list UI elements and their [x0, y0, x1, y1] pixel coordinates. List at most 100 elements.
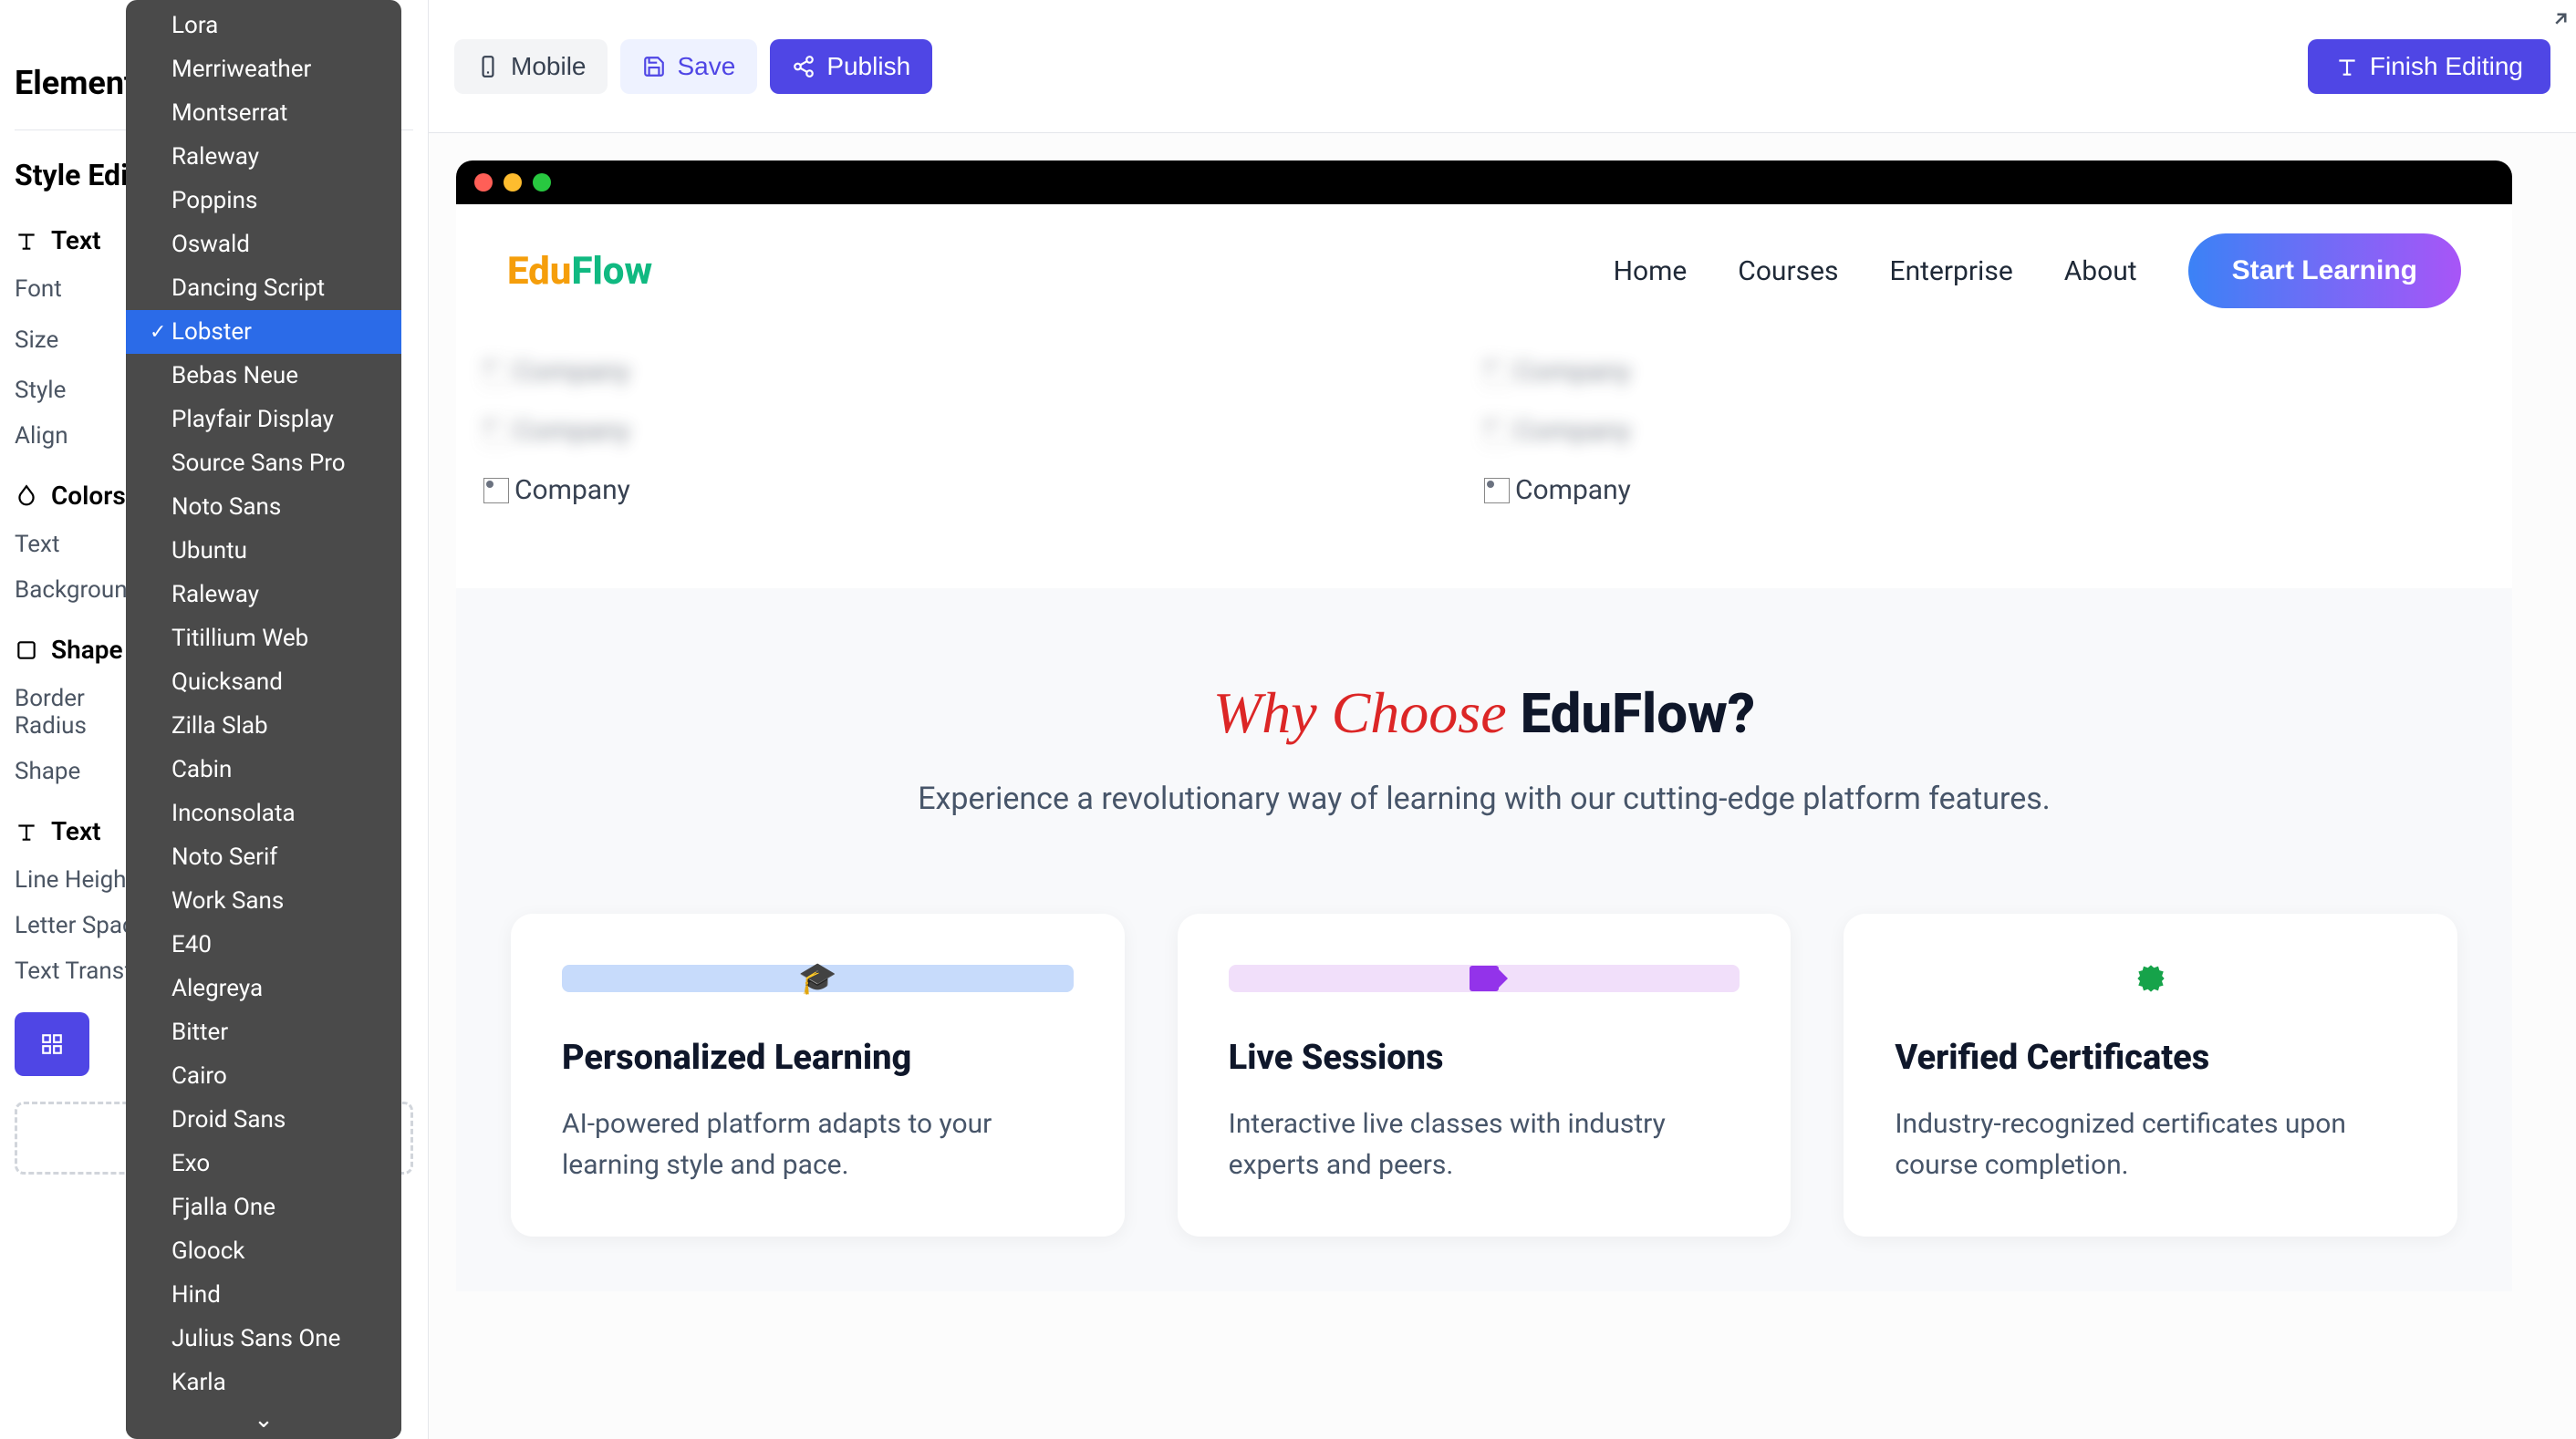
font-option-label: Bebas Neue	[171, 362, 378, 389]
site-logo[interactable]: EduFlow	[507, 249, 652, 294]
close-dot	[474, 173, 493, 192]
feature-card[interactable]: 🎓 Personalized Learning AI-powered platfor…	[511, 914, 1125, 1237]
font-option-label: Noto Sans	[171, 493, 378, 521]
prop-font-label: Font	[15, 275, 142, 303]
font-option-label: Inconsolata	[171, 800, 378, 827]
font-option[interactable]: Zilla Slab	[126, 704, 401, 748]
font-option-label: Titillium Web	[171, 625, 378, 652]
font-option-label: Karla	[171, 1369, 378, 1396]
font-option[interactable]: Raleway	[126, 135, 401, 179]
font-option-label: Ubuntu	[171, 537, 378, 564]
grid-icon	[40, 1032, 64, 1056]
mobile-preview-button[interactable]: Mobile	[454, 39, 608, 94]
share-icon	[792, 55, 815, 78]
font-option-label: Raleway	[171, 581, 378, 608]
feature-card[interactable]: Live SessionsInteractive live classes wi…	[1178, 914, 1792, 1237]
font-option[interactable]: Bebas Neue	[126, 354, 401, 398]
font-option[interactable]: Inconsolata	[126, 792, 401, 835]
font-option[interactable]: Playfair Display	[126, 398, 401, 441]
prop-background-label: Background	[15, 576, 142, 604]
font-option-label: Poppins	[171, 187, 378, 214]
page-preview[interactable]: EduFlow Home Courses Enterprise About Start…	[456, 204, 2512, 1291]
nav-link[interactable]: Home	[1614, 255, 1688, 287]
expand-icon[interactable]	[2541, 11, 2569, 42]
section-heading[interactable]: Why Choose EduFlow?	[483, 679, 2485, 747]
font-option[interactable]: Quicksand	[126, 660, 401, 704]
finish-editing-button[interactable]: Finish Editing	[2308, 39, 2550, 94]
feature-icon-bar: 🎓	[562, 965, 1074, 992]
nav-link[interactable]: About	[2064, 255, 2137, 287]
font-option-label: Oswald	[171, 231, 378, 258]
chevron-down-icon[interactable]: ⌄	[126, 1404, 401, 1435]
font-option[interactable]: Cabin	[126, 748, 401, 792]
font-option[interactable]: Bitter	[126, 1010, 401, 1054]
editor-toolbar: Mobile Save Publish Finish Editing	[429, 0, 2576, 133]
feature-description: AI-powered platform adapts to your learn…	[562, 1103, 1074, 1185]
font-option[interactable]: Source Sans Pro	[126, 441, 401, 485]
font-option[interactable]: Lora	[126, 4, 401, 47]
maximize-dot	[533, 173, 551, 192]
why-choose-section: Why Choose EduFlow? Experience a revolut…	[456, 588, 2512, 1291]
font-option-label: Julius Sans One	[171, 1325, 378, 1352]
font-option[interactable]: Work Sans	[126, 879, 401, 923]
font-option[interactable]: Titillium Web	[126, 616, 401, 660]
company-logos-row: Company Company Company Company Company …	[456, 337, 2512, 588]
font-option-label: Fjalla One	[171, 1194, 378, 1221]
font-option[interactable]: Raleway	[126, 573, 401, 616]
font-option[interactable]: Karla	[126, 1361, 401, 1404]
add-component-button[interactable]	[15, 1012, 89, 1076]
font-option[interactable]: Merriweather	[126, 47, 401, 91]
font-option-label: Merriweather	[171, 56, 378, 83]
feature-card[interactable]: Verified CertificatesIndustry-recognized…	[1844, 914, 2457, 1237]
font-option[interactable]: Oswald	[126, 223, 401, 266]
feature-description: Industry-recognized certificates upon co…	[1895, 1103, 2406, 1185]
font-option-label: Quicksand	[171, 668, 378, 696]
mobile-icon	[476, 55, 500, 78]
font-option-label: Raleway	[171, 143, 378, 171]
prop-shape-label: Shape	[15, 758, 142, 785]
company-logo-placeholder: Company	[1484, 356, 2485, 388]
font-option[interactable]: Gloock	[126, 1229, 401, 1273]
font-option[interactable]: Noto Sans	[126, 485, 401, 529]
prop-size-label: Size	[15, 326, 142, 354]
prop-align-label: Align	[15, 422, 142, 450]
font-option[interactable]: Droid Sans	[126, 1098, 401, 1142]
font-option[interactable]: Alegreya	[126, 967, 401, 1010]
font-option[interactable]: Hind	[126, 1273, 401, 1317]
company-logo-placeholder: Company	[483, 474, 1484, 506]
feature-icon-bar	[1229, 965, 1740, 992]
section-subtitle[interactable]: Experience a revolutionary way of learni…	[891, 776, 2077, 823]
font-dropdown[interactable]: Lora Merriweather Montserrat Raleway Poppins…	[126, 0, 401, 1439]
font-option-label: Gloock	[171, 1237, 378, 1265]
font-option[interactable]: Exo	[126, 1142, 401, 1185]
feature-title: Personalized Learning	[562, 1038, 1074, 1078]
font-option[interactable]: Ubuntu	[126, 529, 401, 573]
features-row: 🎓 Personalized Learning AI-powered platfor…	[483, 823, 2485, 1237]
font-option-label: Droid Sans	[171, 1106, 378, 1134]
square-icon	[15, 638, 38, 662]
nav-link[interactable]: Enterprise	[1890, 255, 2013, 287]
font-option[interactable]: Cairo	[126, 1054, 401, 1098]
font-option[interactable]: Fjalla One	[126, 1185, 401, 1229]
font-option[interactable]: Poppins	[126, 179, 401, 223]
font-option[interactable]: Montserrat	[126, 91, 401, 135]
font-option-label: Hind	[171, 1281, 378, 1309]
text-icon	[2335, 55, 2359, 78]
font-option[interactable]: ✓Lobster	[126, 310, 401, 354]
font-option-label: Montserrat	[171, 99, 378, 127]
start-learning-button[interactable]: Start Learning	[2188, 233, 2461, 308]
font-option[interactable]: Dancing Script	[126, 266, 401, 310]
font-option[interactable]: E40	[126, 923, 401, 967]
font-option-label: Zilla Slab	[171, 712, 378, 740]
save-button[interactable]: Save	[620, 39, 757, 94]
certificate-seal-icon	[2136, 964, 2166, 993]
font-option[interactable]: Noto Serif	[126, 835, 401, 879]
font-option-label: Alegreya	[171, 975, 378, 1002]
font-option[interactable]: Julius Sans One	[126, 1317, 401, 1361]
font-option-label: E40	[171, 931, 378, 958]
publish-button[interactable]: Publish	[770, 39, 932, 94]
droplet-icon	[15, 484, 38, 508]
minimize-dot	[504, 173, 522, 192]
nav-link[interactable]: Courses	[1738, 255, 1838, 287]
font-option-label: Bitter	[171, 1019, 378, 1046]
